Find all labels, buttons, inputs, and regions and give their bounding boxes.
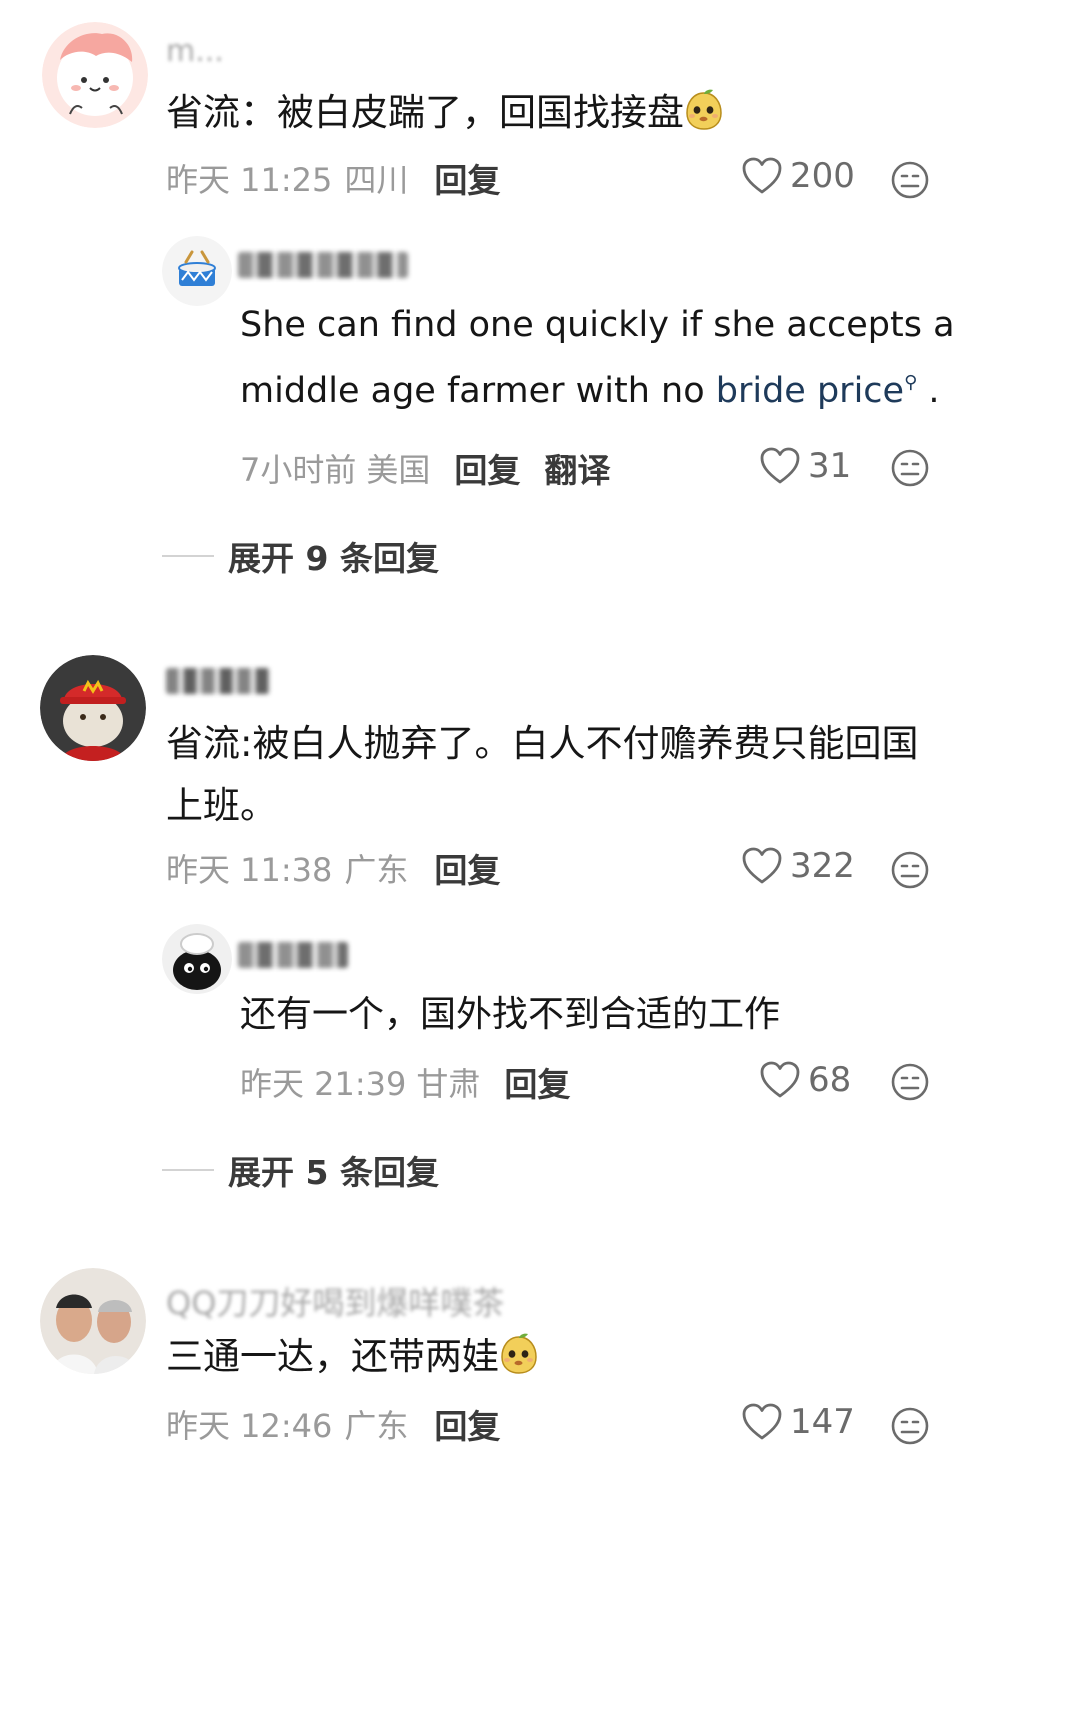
reply-text: 还有一个，国外找不到合适的工作	[240, 994, 781, 1035]
emoji-reaction-icon[interactable]	[890, 850, 930, 890]
comment-location: 四川	[344, 161, 409, 199]
reply-location: 美国	[366, 451, 431, 489]
reply-location: 甘肃	[416, 1065, 481, 1103]
lemon-emoji	[684, 89, 724, 131]
like-button[interactable]: 322	[742, 846, 855, 886]
comment-body: 省流：被白皮踹了，回国找接盘	[166, 91, 684, 134]
like-button[interactable]: 147	[742, 1402, 855, 1442]
reply-button[interactable]: 回复	[504, 1058, 570, 1106]
comment-text: 省流:被白人抛弃了。白人不付赡养费只能回国 上班。	[166, 713, 918, 837]
reply-text-line: middle age farmer with no bride price⚲ .	[240, 371, 940, 411]
search-icon: ⚲	[904, 372, 918, 393]
emoji-reaction-icon[interactable]	[890, 160, 930, 200]
like-count: 322	[790, 846, 855, 886]
comment-text: 三通一达，还带两娃	[166, 1326, 539, 1388]
reply-button[interactable]: 回复	[454, 444, 520, 492]
comment-time: 昨天 11:25	[166, 161, 333, 199]
expand-replies-button[interactable]: 展开 5 条回复	[162, 1146, 439, 1194]
like-count: 147	[790, 1402, 855, 1442]
like-count: 31	[808, 446, 852, 486]
lemon-emoji	[499, 1333, 539, 1375]
expand-replies-button[interactable]: 展开 9 条回复	[162, 532, 439, 580]
username[interactable]	[238, 252, 408, 278]
reply-time: 7小时前	[240, 451, 357, 489]
divider-line	[162, 555, 214, 557]
divider-line	[162, 1169, 214, 1171]
like-button[interactable]: 68	[760, 1060, 851, 1100]
username[interactable]	[238, 942, 348, 968]
heart-icon	[742, 847, 782, 885]
reply-button[interactable]: 回复	[434, 844, 500, 892]
avatar[interactable]	[42, 22, 148, 128]
comment-text: 省流：被白皮踹了，回国找接盘	[166, 82, 724, 144]
bride-price-link[interactable]: bride price	[716, 371, 904, 411]
comment-time: 昨天 12:46	[166, 1407, 333, 1445]
username[interactable]: QQ刀刀好喝到爆咩噗茶	[166, 1278, 504, 1324]
avatar[interactable]	[162, 236, 232, 306]
comment-location: 广东	[344, 851, 409, 889]
comment-text-line: 上班。	[166, 784, 277, 827]
reply-button[interactable]: 回复	[434, 1400, 500, 1448]
reply-button[interactable]: 回复	[434, 154, 500, 202]
username[interactable]: m...	[166, 34, 224, 69]
emoji-reaction-icon[interactable]	[890, 1406, 930, 1446]
avatar[interactable]	[40, 655, 146, 761]
username[interactable]	[166, 668, 270, 694]
expand-label: 展开 9 条回复	[228, 539, 439, 578]
avatar[interactable]	[40, 1268, 146, 1374]
like-button[interactable]: 200	[742, 156, 855, 196]
comment-time: 昨天 11:38	[166, 851, 333, 889]
comment-location: 广东	[344, 1407, 409, 1445]
expand-label: 展开 5 条回复	[228, 1153, 439, 1192]
comment-text-line: 省流:被白人抛弃了。白人不付赡养费只能回国	[166, 722, 919, 765]
like-count: 68	[808, 1060, 852, 1100]
emoji-reaction-icon[interactable]	[890, 448, 930, 488]
like-button[interactable]: 31	[760, 446, 851, 486]
avatar[interactable]	[162, 924, 232, 994]
heart-icon	[760, 1061, 800, 1099]
translate-button[interactable]: 翻译	[544, 444, 610, 492]
heart-icon	[742, 157, 782, 195]
comment-body: 三通一达，还带两娃	[166, 1335, 499, 1378]
reply-time: 昨天 21:39	[240, 1065, 407, 1103]
reply-text-line: She can find one quickly if she accepts …	[240, 305, 955, 345]
heart-icon	[742, 1403, 782, 1441]
like-count: 200	[790, 156, 855, 196]
emoji-reaction-icon[interactable]	[890, 1062, 930, 1102]
reply-text: She can find one quickly if she accepts …	[240, 296, 955, 420]
heart-icon	[760, 447, 800, 485]
